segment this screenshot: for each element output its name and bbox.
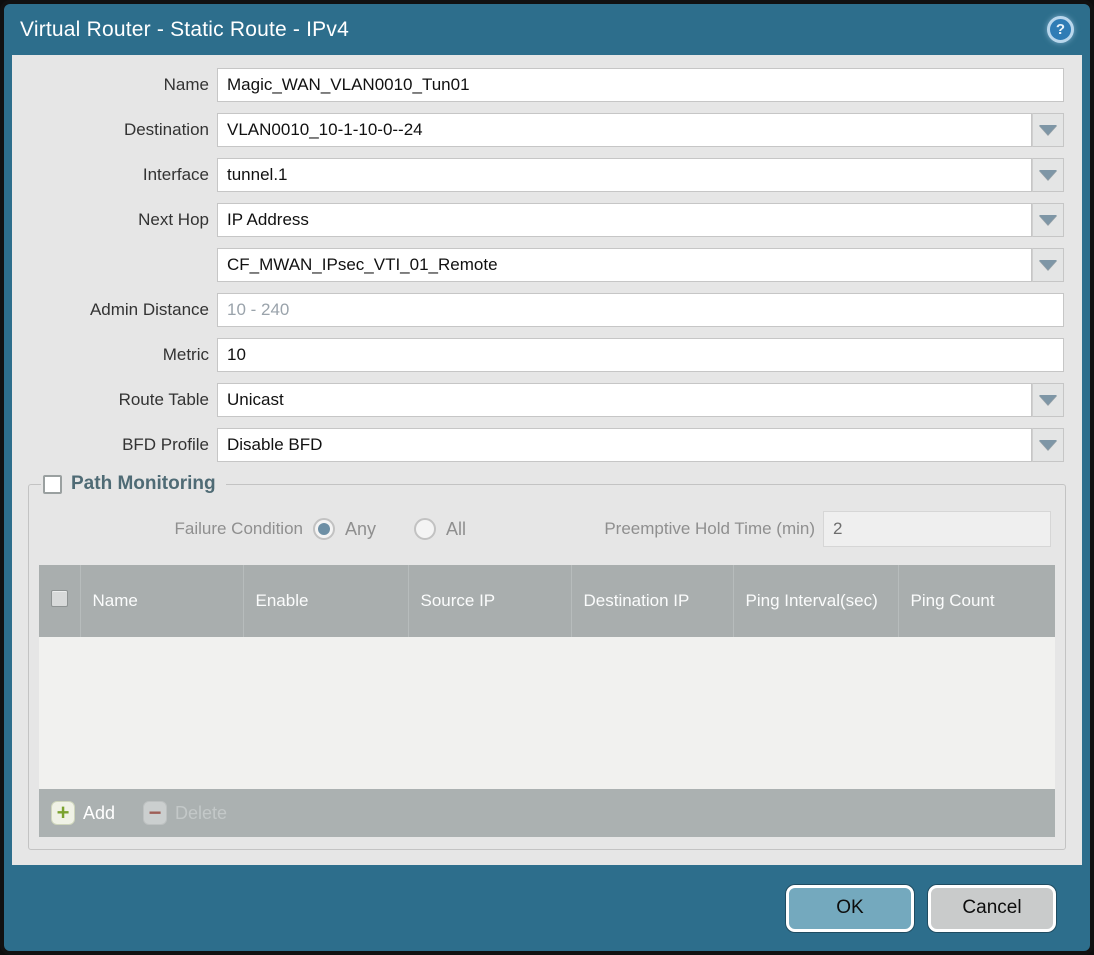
interface-label: Interface	[142, 165, 209, 184]
radio-selected-dot	[318, 523, 330, 535]
radio-all[interactable]: All	[414, 518, 466, 540]
col-header-destination-ip[interactable]: Destination IP	[571, 565, 734, 637]
static-route-dialog: Virtual Router - Static Route - IPv4 ? N…	[0, 0, 1094, 955]
cancel-button[interactable]: Cancel	[928, 884, 1056, 932]
col-header-ping-interval[interactable]: Ping Interval(sec)	[733, 565, 899, 637]
metric-input[interactable]	[217, 338, 1064, 372]
bfd-profile-label: BFD Profile	[122, 435, 209, 454]
bfd-profile-input[interactable]	[217, 428, 1032, 462]
route-table-dropdown-button[interactable]	[1032, 383, 1064, 417]
name-row: Name	[12, 68, 1082, 102]
dialog-titlebar: Virtual Router - Static Route - IPv4 ?	[4, 4, 1090, 55]
preemptive-hold-time-input	[823, 511, 1051, 547]
ok-button[interactable]: OK	[786, 884, 914, 932]
next-hop-address-input[interactable]	[217, 248, 1032, 282]
radio-any[interactable]: Any	[313, 518, 376, 540]
next-hop-row: Next Hop	[12, 203, 1082, 237]
radio-any-circle	[313, 518, 335, 540]
route-table-label: Route Table	[118, 390, 209, 409]
name-label: Name	[163, 75, 209, 94]
delete-button[interactable]: − Delete	[143, 801, 227, 825]
failure-condition-row: Failure Condition Any All Preemptive Hol…	[43, 511, 1051, 547]
dialog-content: Name Destination Interface Next Hop	[12, 55, 1082, 865]
route-table-input[interactable]	[217, 383, 1032, 417]
interface-input[interactable]	[217, 158, 1032, 192]
metric-label: Metric	[162, 345, 209, 364]
path-monitoring-title: Path Monitoring	[71, 473, 216, 494]
next-hop-dropdown-button[interactable]	[1032, 203, 1064, 237]
table-toolbar: + Add − Delete	[39, 789, 1055, 837]
col-header-name[interactable]: Name	[80, 565, 244, 637]
name-input[interactable]	[217, 68, 1064, 102]
radio-any-label: Any	[345, 518, 377, 539]
dialog-title: Virtual Router - Static Route - IPv4	[20, 17, 349, 41]
path-monitoring-table-body	[39, 637, 1055, 789]
dialog-footer: OK Cancel	[4, 865, 1090, 951]
next-hop-address-row	[12, 248, 1082, 282]
select-all-checkbox[interactable]	[51, 590, 68, 607]
interface-row: Interface	[12, 158, 1082, 192]
delete-button-label: Delete	[175, 802, 228, 823]
destination-input[interactable]	[217, 113, 1032, 147]
path-monitoring-section: Path Monitoring Failure Condition Any Al…	[28, 473, 1066, 850]
chevron-down-icon	[1039, 395, 1057, 405]
admin-distance-row: Admin Distance	[12, 293, 1082, 327]
destination-label: Destination	[123, 120, 209, 139]
admin-distance-label: Admin Distance	[89, 300, 209, 319]
failure-condition-radio-group: Any All	[313, 518, 504, 540]
minus-icon: −	[143, 801, 168, 825]
chevron-down-icon	[1039, 125, 1057, 135]
bfd-profile-dropdown-button[interactable]	[1032, 428, 1064, 462]
route-table-row: Route Table	[12, 383, 1082, 417]
chevron-down-icon	[1039, 170, 1057, 180]
next-hop-type-input[interactable]	[217, 203, 1032, 237]
add-button-label: Add	[83, 802, 116, 823]
preemptive-hold-time-label: Preemptive Hold Time (min)	[604, 519, 815, 538]
help-icon[interactable]: ?	[1047, 16, 1074, 43]
failure-condition-label: Failure Condition	[174, 519, 303, 538]
chevron-down-icon	[1039, 440, 1057, 450]
destination-row: Destination	[12, 113, 1082, 147]
interface-dropdown-button[interactable]	[1032, 158, 1064, 192]
chevron-down-icon	[1039, 260, 1057, 270]
path-monitoring-checkbox[interactable]	[43, 474, 62, 494]
col-header-enable[interactable]: Enable	[243, 565, 409, 637]
destination-dropdown-button[interactable]	[1032, 113, 1064, 147]
preemptive-hold-time-group: Preemptive Hold Time (min)	[604, 511, 1051, 547]
add-button[interactable]: + Add	[51, 801, 115, 825]
chevron-down-icon	[1039, 215, 1057, 225]
col-header-source-ip[interactable]: Source IP	[408, 565, 572, 637]
plus-icon: +	[51, 801, 75, 825]
radio-all-circle	[414, 518, 437, 540]
next-hop-address-dropdown-button[interactable]	[1032, 248, 1064, 282]
col-header-ping-count[interactable]: Ping Count	[898, 565, 1055, 637]
next-hop-label: Next Hop	[138, 210, 209, 229]
table-header-row: Name Enable Source IP Destination IP Pin…	[39, 565, 1055, 637]
metric-row: Metric	[12, 338, 1082, 372]
bfd-profile-row: BFD Profile	[12, 428, 1082, 462]
path-monitoring-table: Name Enable Source IP Destination IP Pin…	[39, 565, 1055, 637]
radio-all-label: All	[446, 518, 467, 539]
path-monitoring-legend: Path Monitoring	[41, 473, 226, 495]
table-select-all-header	[39, 565, 81, 637]
admin-distance-input[interactable]	[217, 293, 1064, 327]
